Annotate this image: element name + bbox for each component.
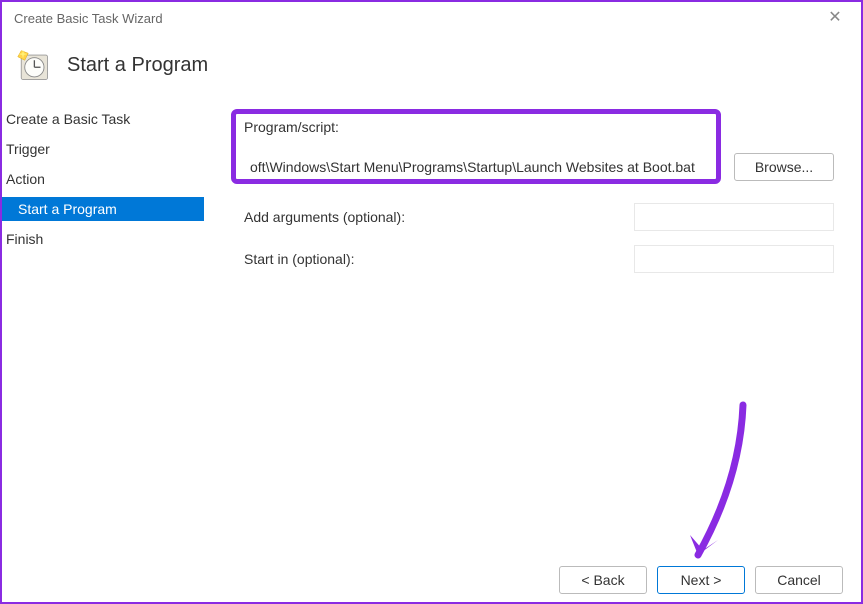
sidebar-item-create-basic-task[interactable]: Create a Basic Task [2,107,204,131]
page-title: Start a Program [67,54,208,77]
start-in-input[interactable] [634,245,834,273]
back-button[interactable]: < Back [559,566,647,594]
wizard-window: Create Basic Task Wizard ✕ Start a Progr… [0,0,863,604]
sidebar-item-start-a-program[interactable]: Start a Program [2,197,204,221]
clock-program-icon [16,48,51,83]
sidebar-item-trigger[interactable]: Trigger [2,137,204,161]
close-icon[interactable]: ✕ [817,10,853,26]
next-button[interactable]: Next > [657,566,745,594]
browse-button[interactable]: Browse... [734,153,834,181]
window-title: Create Basic Task Wizard [10,11,817,26]
program-script-label: Program/script: [244,119,339,135]
program-script-input[interactable] [244,153,724,181]
add-arguments-label: Add arguments (optional): [244,209,624,225]
wizard-header: Start a Program [2,34,861,97]
sidebar-item-action[interactable]: Action [2,167,204,191]
wizard-steps-sidebar: Create a Basic Task Trigger Action Start… [2,97,204,602]
title-bar: Create Basic Task Wizard ✕ [2,2,861,34]
add-arguments-input[interactable] [634,203,834,231]
wizard-content: Program/script: Browse... Add arguments … [204,97,861,602]
start-in-label: Start in (optional): [244,251,624,267]
wizard-body: Create a Basic Task Trigger Action Start… [2,97,861,602]
wizard-button-bar: < Back Next > Cancel [559,566,843,594]
cancel-button[interactable]: Cancel [755,566,843,594]
sidebar-item-finish[interactable]: Finish [2,227,204,251]
